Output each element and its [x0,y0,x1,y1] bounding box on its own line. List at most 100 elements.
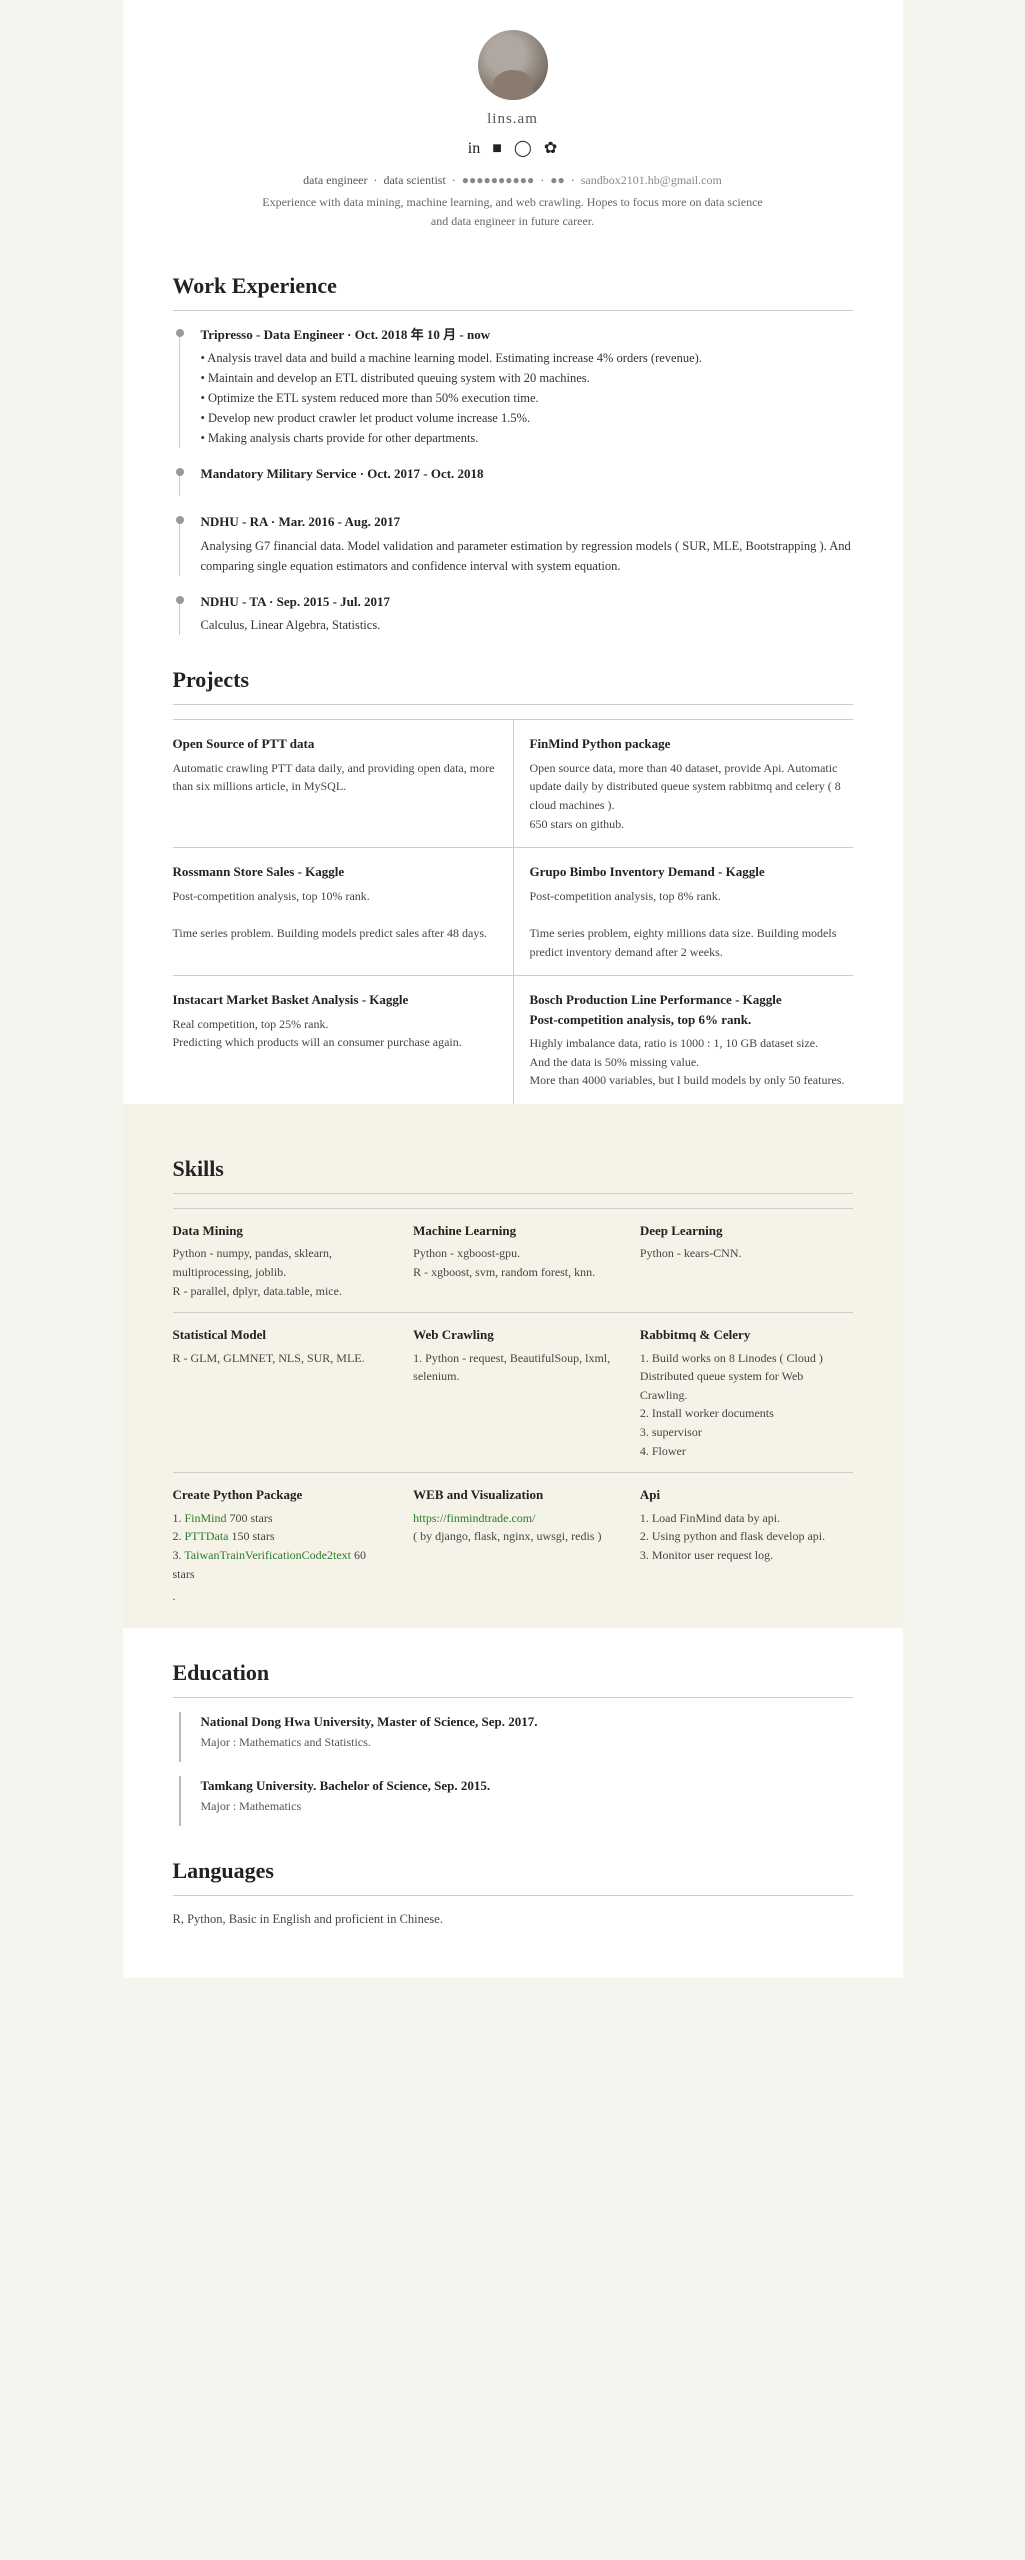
skill-cell-8: Api 1. Load FinMind data by api.2. Using… [626,1472,853,1617]
skill-cell-3: Statistical Model R - GLM, GLMNET, NLS, … [173,1312,400,1472]
skill-title-8: Api [640,1485,839,1505]
project-cell-1: FinMind Python package Open source data,… [513,719,853,847]
edu-title-0: National Dong Hwa University, Master of … [201,1712,538,1732]
skill-desc-1: Python - xgboost-gpu.R - xgboost, svm, r… [413,1244,612,1281]
work-desc-3: Calculus, Linear Algebra, Statistics. [201,615,390,635]
line-0 [179,337,180,449]
skill-desc-7: https://finmindtrade.com/ ( by django, f… [413,1509,612,1546]
profile-name: lins.am [173,108,853,131]
projects-divider [173,704,853,705]
skill-cell-4: Web Crawling 1. Python - request, Beauti… [399,1312,626,1472]
github-icon[interactable]: ◯ [514,137,532,161]
avatar-container [173,30,853,100]
education-title: Education [173,1656,853,1691]
project-title-3: Grupo Bimbo Inventory Demand - Kaggle [530,862,853,882]
work-desc-0: • Analysis travel data and build a machi… [201,348,702,448]
edu-timeline-1 [173,1776,187,1826]
skills-divider [173,1193,853,1194]
skill-desc-0: Python - numpy, pandas, sklearn, multipr… [173,1244,386,1300]
work-item-2: NDHU - RA · Mar. 2016 - Aug. 2017 Analys… [173,512,853,576]
work-content-3: NDHU - TA · Sep. 2015 - Jul. 2017 Calcul… [201,592,390,636]
work-content-1: Mandatory Military Service · Oct. 2017 -… [201,464,484,496]
project-desc-4: Real competition, top 25% rank.Predictin… [173,1015,497,1052]
skill-cell-5: Rabbitmq & Celery 1. Build works on 8 Li… [626,1312,853,1472]
skill-desc-6: 1. FinMind 700 stars 2. PTTData 150 star… [173,1509,386,1583]
project-desc-3: Post-competition analysis, top 8% rank.T… [530,887,853,961]
languages-section: Languages R, Python, Basic in English an… [173,1854,853,1929]
edu-item-1: Tamkang University. Bachelor of Science,… [173,1776,853,1826]
skill-desc-8: 1. Load FinMind data by api.2. Using pyt… [640,1509,839,1565]
timeline-0 [173,325,187,449]
edu-item-0: National Dong Hwa University, Master of … [173,1712,853,1762]
project-desc-2: Post-competition analysis, top 10% rank.… [173,887,497,943]
timeline-1 [173,464,187,496]
project-title-0: Open Source of PTT data [173,734,497,754]
dot-0 [176,329,184,337]
pttdata-link[interactable]: PTTData [185,1529,229,1543]
skill-cell-7: WEB and Visualization https://finmindtra… [399,1472,626,1617]
work-title-3: NDHU - TA · Sep. 2015 - Jul. 2017 [201,592,390,612]
work-content-2: NDHU - RA · Mar. 2016 - Aug. 2017 Analys… [201,512,853,576]
work-title-2: NDHU - RA · Mar. 2016 - Aug. 2017 [201,512,853,532]
skill-cell-6: Create Python Package 1. FinMind 700 sta… [173,1472,400,1617]
work-experience-title: Work Experience [173,269,853,304]
skill-desc-3: R - GLM, GLMNET, NLS, SUR, MLE. [173,1349,386,1368]
facebook-icon[interactable]: ■ [492,137,502,161]
work-content-0: Tripresso - Data Engineer · Oct. 2018 年 … [201,325,702,449]
skill-title-0: Data Mining [173,1221,386,1241]
work-title-0: Tripresso - Data Engineer · Oct. 2018 年 … [201,325,702,345]
work-divider [173,310,853,311]
timeline-3 [173,592,187,636]
project-cell-0: Open Source of PTT data Automatic crawli… [173,719,513,847]
dot-2 [176,516,184,524]
skill-dot: . [173,1587,386,1606]
skill-desc-4: 1. Python - request, BeautifulSoup, lxml… [413,1349,612,1386]
header-section: lins.am in ■ ◯ ✿ data engineer · data sc… [173,30,853,241]
projects-grid: Open Source of PTT data Automatic crawli… [173,719,853,1104]
timeline-2 [173,512,187,576]
skill-title-7: WEB and Visualization [413,1485,612,1505]
linkedin-icon[interactable]: in [468,137,480,161]
bio: Experience with data mining, machine lea… [253,193,773,231]
line-2 [179,524,180,576]
line-1 [179,476,180,496]
tagline: data engineer · data scientist · ●●●●●●●… [173,171,853,189]
edu-content-0: National Dong Hwa University, Master of … [201,1712,538,1762]
work-item-3: NDHU - TA · Sep. 2015 - Jul. 2017 Calcul… [173,592,853,636]
edu-timeline-0 [173,1712,187,1762]
project-title-2: Rossmann Store Sales - Kaggle [173,862,497,882]
project-desc-0: Automatic crawling PTT data daily, and p… [173,759,497,796]
edu-line-1 [179,1776,181,1826]
website-icon[interactable]: ✿ [544,137,557,161]
work-title-1: Mandatory Military Service · Oct. 2017 -… [201,464,484,484]
finmind-link[interactable]: FinMind [185,1511,227,1525]
edu-sub-0: Major : Mathematics and Statistics. [201,1733,538,1751]
work-experience-section: Work Experience Tripresso - Data Enginee… [173,269,853,636]
edu-sub-1: Major : Mathematics [201,1797,491,1815]
skills-section: Skills Data Mining Python - numpy, panda… [123,1104,903,1628]
work-item-1: Mandatory Military Service · Oct. 2017 -… [173,464,853,496]
dot-1 [176,468,184,476]
taiwan-train-link[interactable]: TaiwanTrainVerificationCode2text [184,1548,351,1562]
skill-title-3: Statistical Model [173,1325,386,1345]
skill-desc-2: Python - kears-CNN. [640,1244,839,1263]
social-icons: in ■ ◯ ✿ [173,137,853,161]
work-item-0: Tripresso - Data Engineer · Oct. 2018 年 … [173,325,853,449]
resume-page: lins.am in ■ ◯ ✿ data engineer · data sc… [123,0,903,1978]
skills-title: Skills [173,1152,853,1187]
avatar [478,30,548,100]
education-divider [173,1697,853,1698]
skills-grid: Data Mining Python - numpy, pandas, skle… [173,1208,853,1618]
project-cell-3: Grupo Bimbo Inventory Demand - Kaggle Po… [513,847,853,975]
projects-title: Projects [173,663,853,698]
edu-line-0 [179,1712,181,1762]
education-section: Education National Dong Hwa University, … [173,1656,853,1826]
finmind-web-link[interactable]: https://finmindtrade.com/ [413,1511,535,1525]
languages-title: Languages [173,1854,853,1889]
project-title-5: Bosch Production Line Performance - Kagg… [530,990,853,1029]
skill-title-1: Machine Learning [413,1221,612,1241]
skill-desc-5: 1. Build works on 8 Linodes ( Cloud )Dis… [640,1349,839,1461]
edu-title-1: Tamkang University. Bachelor of Science,… [201,1776,491,1796]
projects-section: Projects Open Source of PTT data Automat… [173,663,853,1104]
work-desc-2: Analysing G7 financial data. Model valid… [201,536,853,576]
